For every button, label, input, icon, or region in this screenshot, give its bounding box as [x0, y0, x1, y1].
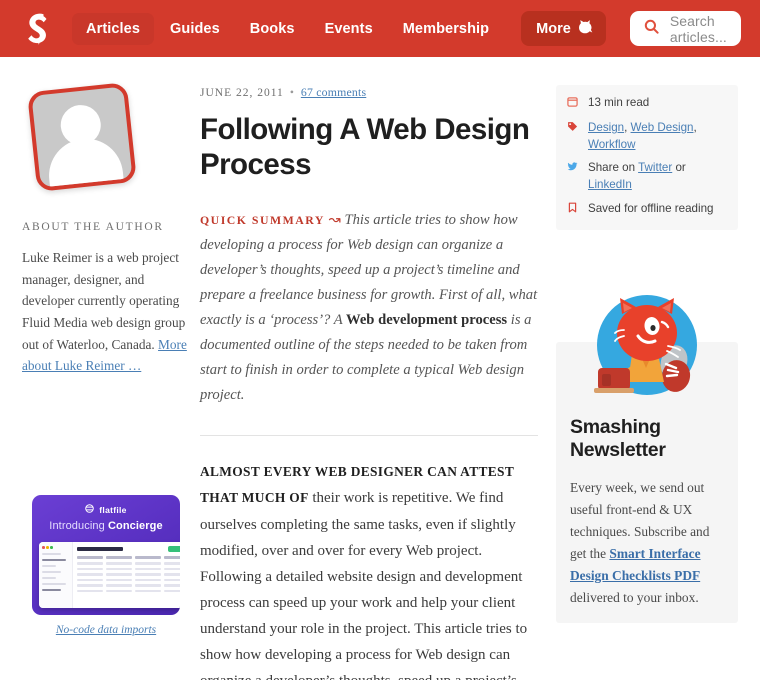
ad-brand-label: flatfile [99, 504, 127, 515]
summary-arrow-icon: ↝ [328, 211, 341, 228]
search-icon [644, 19, 659, 39]
article-meta-line: June 22, 2011 • 67 comments [200, 85, 538, 100]
article-paragraph-1: Almost every Web designer can attest tha… [200, 459, 538, 680]
mockup-window-dots [42, 546, 69, 549]
mockup-import-button [168, 546, 180, 553]
nav-item-membership[interactable]: Membership [389, 13, 503, 45]
share-text: Share on Twitter or LinkedIn [588, 160, 727, 194]
ad-app-mockup [39, 542, 180, 609]
article-meta-box: 13 min read Design, Web Design, Workflow [556, 85, 738, 230]
comments-link[interactable]: 67 comments [301, 85, 366, 100]
ad-headline: Introducing Concierge [39, 520, 173, 532]
meta-row-share: Share on Twitter or LinkedIn [567, 160, 727, 194]
offline-label: Saved for offline reading [588, 201, 714, 215]
article-date: June 22, 2011 [200, 86, 284, 99]
ad-brand: flatfile [39, 504, 173, 515]
mockup-filename [77, 547, 123, 552]
page-title: Following A Web Design Process [200, 113, 530, 181]
share-linkedin-link[interactable]: LinkedIn [588, 178, 632, 191]
more-menu-button[interactable]: More [521, 11, 606, 46]
main-navigation: Articles Guides Books Events Membership [72, 12, 503, 45]
article-content: June 22, 2011 • 67 comments Following A … [194, 57, 556, 680]
meta-row-tags: Design, Web Design, Workflow [567, 120, 727, 154]
summary-bold-1: Web development process [346, 311, 508, 328]
nav-item-books[interactable]: Books [236, 13, 309, 45]
newsletter-description: Every week, we send out useful front-end… [570, 477, 724, 610]
nav-item-guides[interactable]: Guides [156, 13, 234, 45]
tag-sep-2: , [693, 120, 697, 134]
read-time-label: 13 min read [588, 96, 650, 109]
mockup-topbar [77, 546, 180, 553]
article-summary: Quick Summary ↝ This article tries to sh… [200, 208, 538, 409]
tag-icon [567, 120, 580, 138]
ad-caption-link[interactable]: No-code data imports [32, 624, 180, 636]
quick-summary-label: Quick Summary [200, 212, 325, 227]
author-avatar[interactable] [27, 82, 144, 199]
avatar-body [45, 135, 125, 192]
newsletter-title: Smashing Newsletter [570, 415, 666, 462]
ad-headline-prefix: Introducing [49, 520, 108, 533]
search-input-placeholder[interactable]: Search articles... [670, 13, 727, 45]
bookmark-icon [567, 201, 580, 219]
smashing-cat-mascot-icon [588, 290, 706, 408]
mockup-sidebar [39, 542, 73, 609]
share-joiner: or [672, 161, 686, 175]
tag-link-design[interactable]: Design [588, 121, 624, 134]
paragraph-1-text: their work is repetitive. We find oursel… [200, 490, 528, 680]
meta-row-read-time: 13 min read [567, 95, 727, 113]
page-body: About The Author Luke Reimer is a web pr… [0, 57, 760, 680]
newsletter-panel: Smashing Newsletter Every week, we send … [556, 294, 738, 624]
calendar-icon [567, 95, 580, 113]
meta-separator: • [289, 86, 295, 99]
meta-row-offline: Saved for offline reading [567, 201, 727, 219]
flatfile-logo-icon [85, 504, 95, 515]
nav-item-articles[interactable]: Articles [72, 12, 154, 45]
author-sidebar: About The Author Luke Reimer is a web pr… [22, 57, 194, 680]
mockup-table-area [73, 542, 180, 608]
site-header: Articles Guides Books Events Membership … [0, 0, 760, 57]
cat-icon [578, 19, 594, 38]
newsletter-text-2: delivered to your inbox. [570, 590, 699, 606]
article-sidebar: 13 min read Design, Web Design, Workflow [556, 57, 738, 680]
tag-link-workflow[interactable]: Workflow [588, 138, 635, 151]
search-box[interactable]: Search articles... [629, 11, 741, 46]
user-avatar-placeholder-icon [27, 82, 137, 192]
content-divider [200, 435, 538, 437]
twitter-icon [567, 160, 580, 178]
ad-headline-strong: Concierge [107, 520, 163, 533]
about-the-author-label: About The Author [22, 221, 164, 233]
sidebar-advertisement[interactable]: flatfile Introducing Concierge No-code d… [32, 495, 180, 636]
mockup-table [77, 556, 180, 593]
share-prefix: Share on [588, 161, 639, 175]
nav-item-events[interactable]: Events [311, 13, 387, 45]
share-twitter-link[interactable]: Twitter [638, 161, 672, 174]
summary-text-1: This article tries to show how developin… [200, 211, 538, 328]
smashing-s-logo-icon[interactable] [22, 10, 56, 48]
tags-list: Design, Web Design, Workflow [588, 120, 727, 154]
author-bio: Luke Reimer is a web project manager, de… [22, 247, 194, 377]
more-menu-label: More [536, 20, 571, 37]
tag-link-web-design[interactable]: Web Design [631, 121, 694, 134]
ad-card[interactable]: flatfile Introducing Concierge [32, 495, 180, 616]
